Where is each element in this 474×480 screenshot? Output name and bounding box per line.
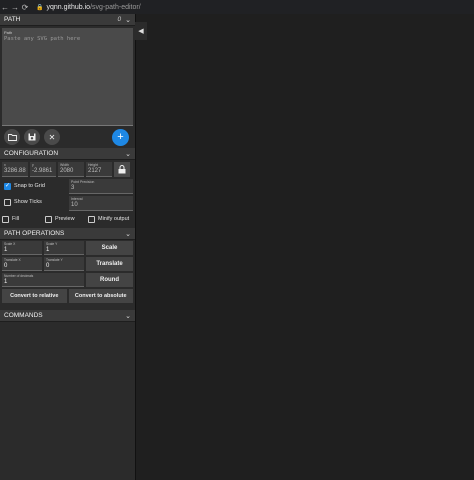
translate-x-field[interactable]: Translate X 0 [2,257,42,271]
viewbox-height-field[interactable]: Height 2127 [86,162,112,177]
path-operations-title: PATH OPERATIONS [4,230,65,237]
viewbox-y-field[interactable]: y -2.9861 [30,162,56,177]
commands-title: COMMANDS [4,312,43,319]
viewbox-y-value: -2.9861 [32,168,53,174]
snap-to-grid-label: Snap to Grid [14,183,45,189]
scale-x-field[interactable]: Scale X 1 [2,241,42,255]
browser-toolbar: ← → ⟳ 🔒 yqnn.github.io/svg-path-editor/ [0,0,474,14]
viewbox-fields: x 3286.88 y -2.9861 Width 2080 Height 21… [0,160,135,179]
forward-icon[interactable]: → [10,3,20,12]
translate-y-value: 0 [46,263,50,269]
lock-icon: 🔒 [36,4,44,11]
translate-button[interactable]: Translate [86,257,133,271]
fill-label: Fill [12,216,20,222]
viewbox-height-label: Height [88,163,99,167]
translate-x-value: 0 [4,263,8,269]
scale-x-label: Scale X [4,242,16,246]
add-command-icon[interactable]: + [112,128,129,146]
minify-output-label: Minify output [98,216,130,222]
path-operations-body: Scale X 1 Scale Y 1 Scale Translate X 0 … [0,240,135,304]
lock-aspect-button[interactable] [114,162,130,177]
decimals-label: Number of decimals [4,274,34,278]
viewbox-x-label: x [4,163,6,167]
viewbox-width-field[interactable]: Width 2080 [58,162,84,177]
convert-absolute-button[interactable]: Convert to absolute [68,289,133,303]
path-section-title: PATH [4,16,21,23]
interval-field[interactable]: Interval 10 [69,196,133,211]
viewbox-width-label: Width [60,163,69,167]
minify-output-checkbox[interactable] [88,215,95,223]
viewbox-x-value: 3286.88 [4,168,26,174]
decimals-value: 1 [4,279,8,285]
lock-icon [118,165,126,174]
decimals-field[interactable]: Number of decimals 1 [2,273,84,287]
interval-value: 10 [71,202,78,208]
show-ticks-label: Show Ticks [14,199,42,205]
point-precision-value: 3 [71,185,75,191]
chevron-down-icon: ⌄ [125,16,131,24]
path-textarea[interactable]: Path Paste any SVG path here [2,28,133,126]
show-ticks-checkbox[interactable] [4,198,11,206]
scale-y-label: Scale Y [46,242,58,246]
snap-to-grid-checkbox[interactable] [4,182,11,190]
point-precision-label: Point Precision [71,180,95,184]
save-icon[interactable] [24,129,40,145]
url-host: yqnn.github.io [46,3,91,11]
viewbox-height-value: 2127 [88,168,102,174]
back-icon[interactable]: ← [0,3,10,12]
sidebar-panel: PATH 0 ⌄ Path Paste any SVG path here ✕ … [0,14,135,480]
path-placeholder: Paste any SVG path here [4,36,81,42]
configuration-title: CONFIGURATION [4,150,59,157]
snap-to-grid-option[interactable]: Snap to Grid [2,179,67,193]
viewbox-width-value: 2080 [60,168,74,174]
fill-checkbox[interactable] [2,215,9,223]
path-field-label: Path [4,30,13,35]
translate-x-label: Translate X [4,258,21,262]
convert-relative-button[interactable]: Convert to relative [2,289,67,303]
viewbox-y-label: y [32,163,34,167]
reload-icon[interactable]: ⟳ [20,3,30,12]
path-section-header[interactable]: PATH 0 ⌄ [0,14,135,26]
chevron-down-icon: ⌄ [125,150,131,158]
path-operations-header[interactable]: PATH OPERATIONS ⌄ [0,228,135,240]
path-actions: ✕ + [0,126,135,148]
clear-icon[interactable]: ✕ [44,129,60,145]
scale-y-value: 1 [46,247,50,253]
url-path: /svg-path-editor/ [90,3,141,11]
preview-checkbox[interactable] [45,215,52,223]
scale-x-value: 1 [4,247,8,253]
collapse-panel-icon[interactable]: ◀ [135,22,147,40]
open-folder-icon[interactable] [4,129,20,145]
scale-button[interactable]: Scale [86,241,133,255]
point-precision-field[interactable]: Point Precision 3 [69,179,133,194]
commands-header[interactable]: COMMANDS ⌄ [0,310,135,322]
show-ticks-option[interactable]: Show Ticks [2,195,67,209]
path-count: 0 [117,16,122,23]
interval-label: Interval [71,197,83,201]
display-options: Fill Preview Minify output [0,212,135,226]
svg-canvas[interactable] [135,14,474,480]
translate-y-field[interactable]: Translate Y 0 [44,257,84,271]
scale-y-field[interactable]: Scale Y 1 [44,241,84,255]
chevron-down-icon: ⌄ [125,230,131,238]
configuration-header[interactable]: CONFIGURATION ⌄ [0,148,135,160]
translate-y-label: Translate Y [46,258,63,262]
chevron-down-icon: ⌄ [125,312,131,320]
round-button[interactable]: Round [86,273,133,287]
preview-label: Preview [55,216,75,222]
viewbox-x-field[interactable]: x 3286.88 [2,162,28,177]
address-bar[interactable]: 🔒 yqnn.github.io/svg-path-editor/ [36,4,141,11]
